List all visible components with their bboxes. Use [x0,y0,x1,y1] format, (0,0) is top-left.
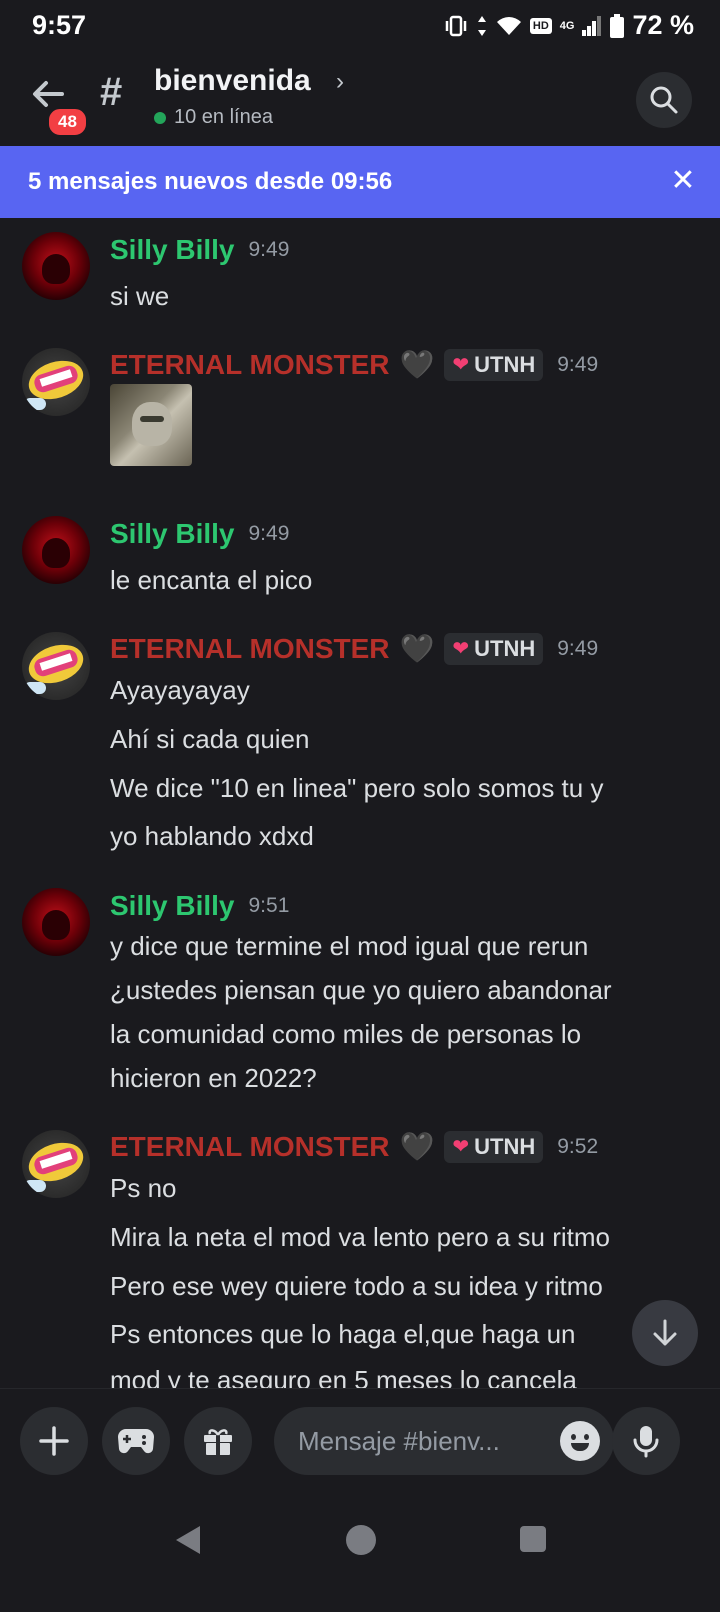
nav-back-icon[interactable] [176,1526,200,1554]
voice-message-button[interactable] [612,1407,680,1475]
message-header: ETERNAL MONSTER 🖤 ❤ UTNH 9:52 [110,1130,598,1163]
message-input-placeholder: Mensaje #bienv... [298,1425,500,1456]
black-heart-icon: 🖤 [399,1131,435,1162]
message-header: ETERNAL MONSTER 🖤 ❤ UTNH 9:49 [110,632,598,665]
signal-icon [582,15,602,36]
channel-title[interactable]: bienvenida [154,64,311,98]
message-header: Silly Billy 9:49 [110,518,289,550]
clock: 9:57 [32,10,87,40]
system-nav-bar [0,1488,720,1612]
chevron-right-icon[interactable]: › [336,68,344,96]
gift-button[interactable] [184,1407,252,1475]
data-arrows-icon [477,15,486,36]
nav-home-icon[interactable] [346,1525,376,1555]
activities-button[interactable] [102,1407,170,1475]
message-text: hicieron en 2022? [110,1063,317,1093]
scroll-to-bottom-button[interactable] [632,1300,698,1366]
timestamp: 9:49 [557,352,599,376]
timestamp: 9:52 [557,1134,599,1158]
emoji-icon[interactable] [560,1421,600,1461]
battery-icon [610,13,625,38]
message-text: Mira la neta el mod va lento pero a su r… [110,1222,611,1252]
cat-image[interactable] [110,384,192,466]
avatar[interactable] [22,632,90,700]
message-text: Ps entonces que lo haga el,que haga un [110,1319,576,1349]
search-icon [650,86,678,114]
message-header: Silly Billy 9:49 [110,234,289,266]
message-header: Silly Billy 9:51 [110,890,289,922]
author-name[interactable]: ETERNAL MONSTER [110,633,390,665]
tag-label: UTNH [474,635,536,661]
online-count: 10 en línea [154,106,273,129]
plus-icon [39,1426,69,1456]
author-name[interactable]: Silly Billy [110,518,235,550]
battery-percent: 72 % [632,10,694,40]
online-text: 10 en línea [174,106,273,128]
arrow-down-icon [653,1319,677,1346]
network-label: 4G [559,19,575,32]
gift-icon [204,1429,232,1455]
status-bar: 9:57 HD 4G 72 % [0,0,720,52]
banner-text: 5 mensajes nuevos desde 09:56 [28,168,393,195]
author-name[interactable]: ETERNAL MONSTER [110,1131,390,1163]
gamepad-icon [118,1429,154,1454]
message-text: la comunidad como miles de personas lo [110,1019,582,1049]
channel-header: 48 # bienvenida › 10 en línea [0,52,720,146]
wifi-icon [496,16,521,35]
timestamp: 9:49 [557,636,599,660]
search-button[interactable] [636,72,692,128]
message-header: ETERNAL MONSTER 🖤 ❤ UTNH 9:49 [110,348,598,381]
add-attachment-button[interactable] [20,1407,88,1475]
server-tag[interactable]: ❤ UTNH [444,1130,544,1163]
close-icon[interactable]: ✕ [668,166,698,196]
pixel-heart-icon: ❤ [452,354,470,376]
message-text: Ps no [110,1173,177,1203]
avatar[interactable] [22,516,90,584]
black-heart-icon: 🖤 [399,349,435,380]
message-text: We dice "10 en linea" pero solo somos tu… [110,773,604,803]
server-tag[interactable]: ❤ UTNH [444,632,544,665]
author-name[interactable]: Silly Billy [110,890,235,922]
message-text: Ayayayayay [110,675,250,705]
message-composer: Mensaje #bienv... [0,1388,720,1488]
vibrate-icon [445,15,467,36]
message-text: ¿ustedes piensan que yo quiero abandonar [110,975,612,1005]
avatar[interactable] [22,888,90,956]
nav-recents-icon[interactable] [520,1526,546,1552]
message-text: le encanta el pico [110,565,313,595]
hd-icon: HD [529,17,552,34]
author-name[interactable]: Silly Billy [110,234,235,266]
avatar[interactable] [22,232,90,300]
unread-badge: 48 [46,106,89,138]
author-name[interactable]: ETERNAL MONSTER [110,349,390,381]
microphone-icon [633,1426,659,1458]
tag-label: UTNH [474,351,536,377]
avatar[interactable] [22,1130,90,1198]
timestamp: 9:49 [248,522,290,545]
tag-label: UTNH [474,1133,536,1159]
online-dot-icon [154,111,166,124]
black-heart-icon: 🖤 [399,633,435,664]
message-text: y dice que termine el mod igual que reru… [110,931,589,961]
pixel-heart-icon: ❤ [452,1136,470,1158]
hash-icon: # [100,70,123,114]
message-text: Ahí si cada quien [110,724,310,754]
message-list: Silly Billy 9:49 si we ETERNAL MONSTER 🖤… [0,218,720,1426]
message-text: yo hablando xdxd [110,821,314,851]
avatar[interactable] [22,348,90,416]
status-icons: HD 4G 72 % [444,10,694,41]
message-input[interactable]: Mensaje #bienv... [274,1407,614,1475]
message-text: Pero ese wey quiere todo a su idea y rit… [110,1271,603,1301]
server-tag[interactable]: ❤ UTNH [444,348,544,381]
timestamp: 9:49 [248,238,290,261]
message-text: si we [110,281,170,311]
new-messages-banner[interactable]: 5 mensajes nuevos desde 09:56 ✕ [0,146,720,218]
timestamp: 9:51 [248,894,290,917]
pixel-heart-icon: ❤ [452,638,470,660]
